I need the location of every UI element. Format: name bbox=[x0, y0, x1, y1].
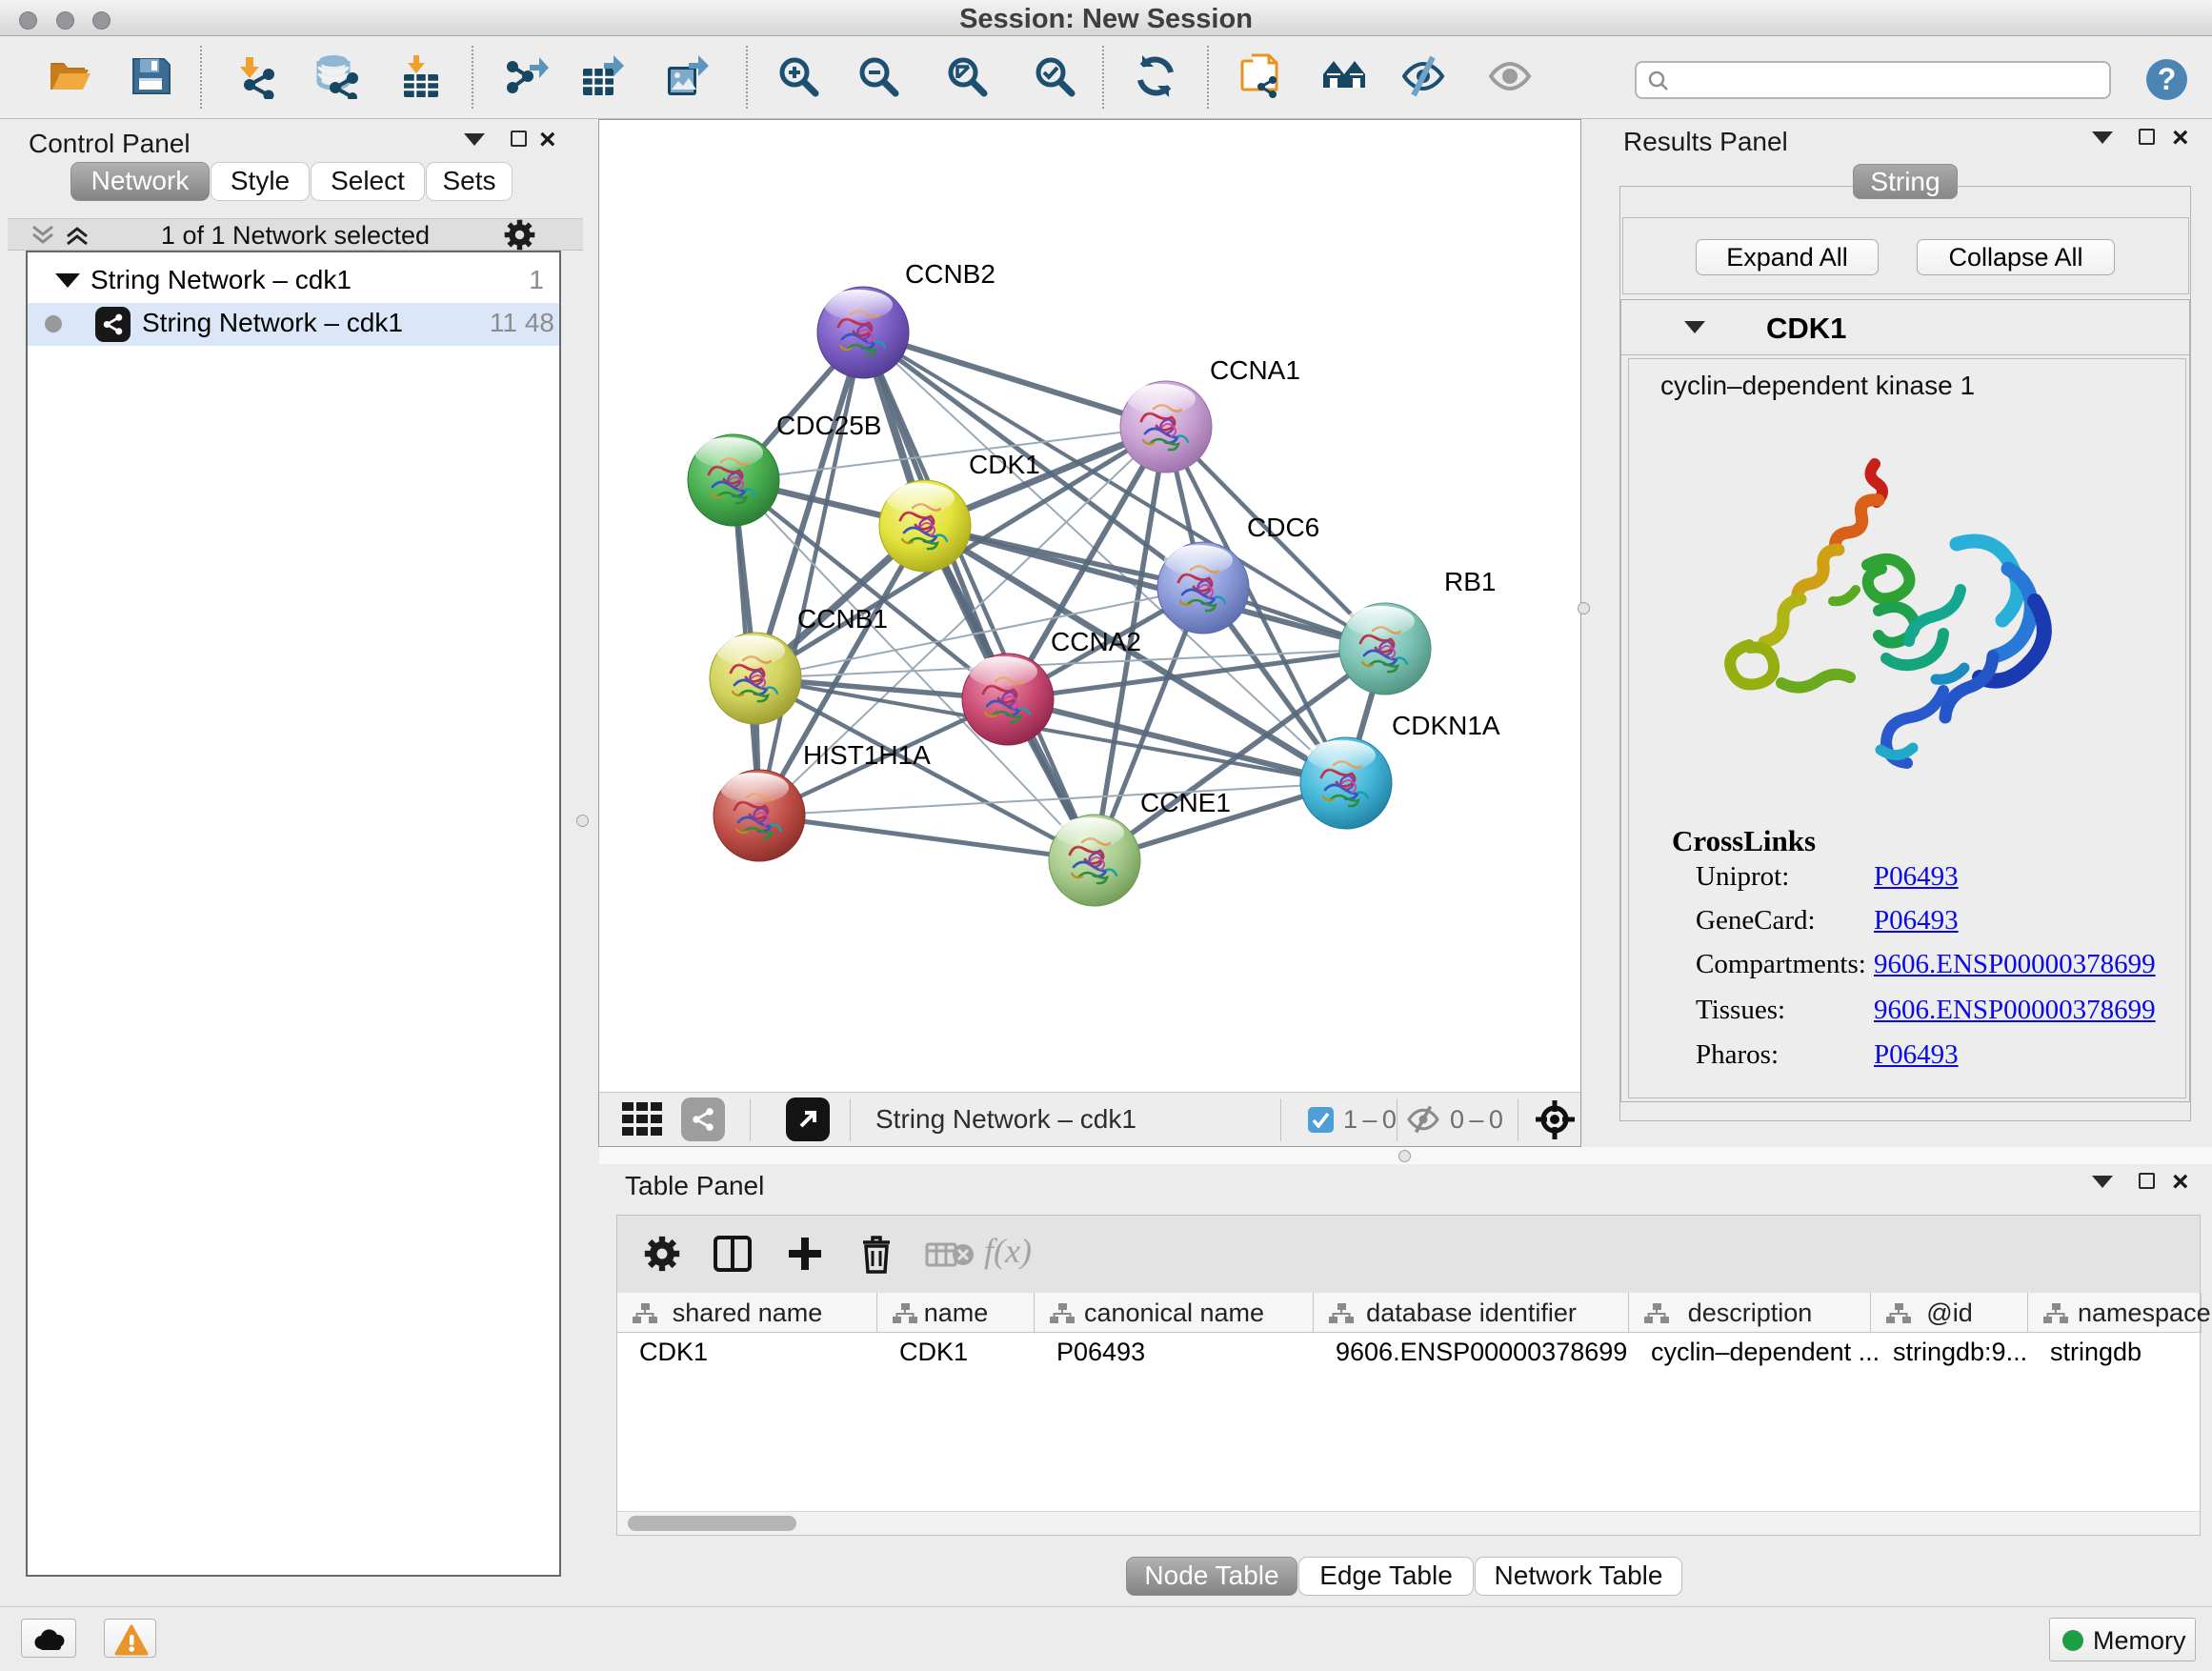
svg-text:CDK1: CDK1 bbox=[969, 450, 1040, 479]
svg-text:CCNB1: CCNB1 bbox=[797, 604, 888, 634]
svg-text:CDC25B: CDC25B bbox=[776, 411, 881, 440]
svg-text:CCNA2: CCNA2 bbox=[1051, 627, 1141, 656]
svg-text:CCNA1: CCNA1 bbox=[1210, 355, 1300, 385]
svg-text:CDC6: CDC6 bbox=[1247, 513, 1319, 542]
svg-text:CDKN1A: CDKN1A bbox=[1392, 711, 1500, 740]
svg-text:RB1: RB1 bbox=[1444, 567, 1496, 596]
svg-text:HIST1H1A: HIST1H1A bbox=[803, 740, 931, 770]
svg-text:CCNB2: CCNB2 bbox=[905, 259, 995, 289]
svg-text:CCNE1: CCNE1 bbox=[1140, 788, 1231, 817]
